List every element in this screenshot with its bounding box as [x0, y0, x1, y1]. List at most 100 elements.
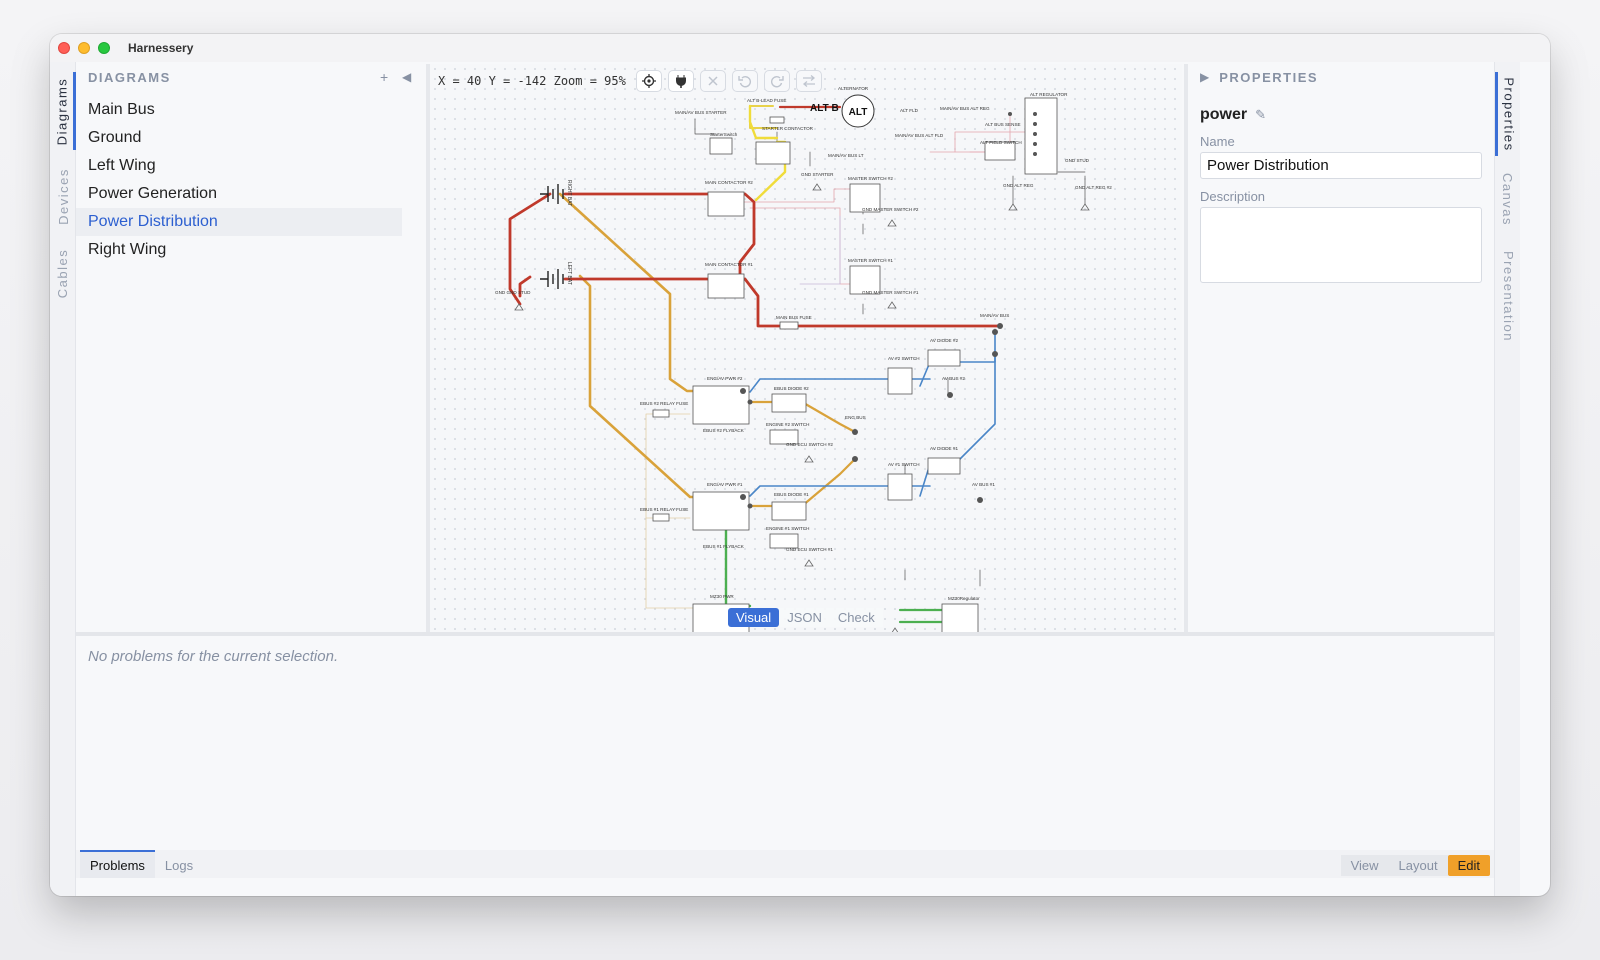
view-tabs: Visual JSON Check: [728, 608, 883, 627]
name-label: Name: [1200, 134, 1235, 149]
swap-icon[interactable]: [795, 70, 822, 92]
wiring-diagram[interactable]: ALT ALT B ALTERNATOR ALT B-LEAD FUSE ALT…: [430, 64, 1182, 632]
tab-json[interactable]: JSON: [779, 608, 830, 627]
properties-panel: ▶ PROPERTIES power ✎ Name Description: [1190, 62, 1494, 632]
diagram-item-power-generation[interactable]: Power Generation: [76, 180, 402, 208]
mode-layout-button[interactable]: Layout: [1388, 855, 1448, 876]
plug-icon[interactable]: [667, 70, 694, 92]
redo-icon[interactable]: [763, 70, 790, 92]
svg-text:MAIN/AV BUS LT: MAIN/AV BUS LT: [828, 153, 864, 158]
diagram-canvas[interactable]: X = 40 Y = -142 Zoom = 95% ALT ALT B ALT…: [430, 64, 1182, 632]
svg-text:ALT FLD: ALT FLD: [900, 108, 919, 113]
svg-text:ALT FIELD SWITCH: ALT FIELD SWITCH: [980, 140, 1022, 145]
svg-text:AV BUS #2: AV BUS #2: [942, 376, 965, 381]
close-icon[interactable]: [699, 70, 726, 92]
problems-panel: No problems for the current selection.: [76, 636, 1494, 850]
svg-text:GND ALT REG: GND ALT REG: [1003, 183, 1034, 188]
diagram-list: Main Bus Ground Left Wing Power Generati…: [76, 96, 426, 264]
tab-presentation[interactable]: Presentation: [1495, 244, 1521, 348]
tab-devices[interactable]: Devices: [50, 160, 76, 232]
tab-cables[interactable]: Cables: [50, 242, 76, 304]
expand-properties-icon[interactable]: ▶: [1200, 70, 1209, 84]
diagram-item-power-distribution[interactable]: Power Distribution: [76, 208, 402, 236]
svg-text:AV BUS #1: AV BUS #1: [972, 482, 995, 487]
svg-text:MASTER SWITCH #2: MASTER SWITCH #2: [848, 176, 893, 181]
tab-diagrams[interactable]: Diagrams: [50, 72, 76, 150]
svg-text:AV DIODE #1: AV DIODE #1: [930, 446, 958, 451]
tab-properties[interactable]: Properties: [1495, 72, 1521, 156]
svg-text:ENGINE #2 SWITCH: ENGINE #2 SWITCH: [766, 422, 809, 427]
title-bar: Harnessery: [50, 34, 1550, 62]
svg-text:MAIN/AV BUS ALT REG: MAIN/AV BUS ALT REG: [940, 106, 990, 111]
svg-text:EBUS #2 RELAY FUSE: EBUS #2 RELAY FUSE: [640, 401, 688, 406]
tab-check[interactable]: Check: [829, 608, 883, 627]
locate-icon[interactable]: [635, 70, 662, 92]
add-diagram-button[interactable]: +: [380, 69, 388, 85]
description-field[interactable]: [1200, 207, 1482, 283]
canvas-toolbar: X = 40 Y = -142 Zoom = 95%: [438, 70, 822, 92]
diagram-item-right-wing[interactable]: Right Wing: [76, 236, 402, 264]
tab-visual[interactable]: Visual: [728, 608, 780, 627]
window-title: Harnessery: [128, 41, 194, 55]
svg-text:MAIN BUS FUSE: MAIN BUS FUSE: [776, 315, 812, 320]
diagram-item-main-bus[interactable]: Main Bus: [76, 96, 402, 124]
mode-view-button[interactable]: View: [1340, 855, 1389, 876]
svg-text:MZ30Regulator: MZ30Regulator: [948, 596, 980, 601]
svg-text:ENG/AV PWR #2: ENG/AV PWR #2: [707, 376, 743, 381]
left-vertical-tabs: Diagrams Devices Cables: [50, 62, 76, 896]
svg-text:ALTERNATOR: ALTERNATOR: [838, 86, 869, 91]
collapse-sidebar-button[interactable]: ◀: [402, 70, 411, 84]
svg-text:ALT: ALT: [849, 107, 868, 118]
undo-icon[interactable]: [731, 70, 758, 92]
svg-text:MAIN CONTACTOR #1: MAIN CONTACTOR #1: [705, 262, 753, 267]
svg-text:AV #1 SWITCH: AV #1 SWITCH: [888, 462, 920, 467]
svg-text:ALT BUS SENSE: ALT BUS SENSE: [985, 122, 1021, 127]
problems-message: No problems for the current selection.: [88, 648, 339, 665]
svg-text:GND ALT REG #2: GND ALT REG #2: [1075, 185, 1112, 190]
maximize-window-button[interactable]: [98, 42, 110, 54]
svg-text:ENGINE #1 SWITCH: ENGINE #1 SWITCH: [766, 526, 809, 531]
svg-text:MASTER SWITCH #1: MASTER SWITCH #1: [848, 258, 893, 263]
svg-text:EBUS #2 FLYBACK: EBUS #2 FLYBACK: [703, 428, 745, 433]
svg-text:AV DIODE #2: AV DIODE #2: [930, 338, 958, 343]
svg-text:GND STARTER: GND STARTER: [801, 172, 834, 177]
svg-text:LEFT BAT: LEFT BAT: [566, 262, 572, 285]
svg-text:MAIN/AV BUS STARTER: MAIN/AV BUS STARTER: [675, 110, 727, 115]
svg-text:AV #2 SWITCH: AV #2 SWITCH: [888, 356, 920, 361]
right-splitter[interactable]: [1184, 64, 1188, 632]
svg-text:ALT REGULATOR: ALT REGULATOR: [1030, 92, 1068, 97]
minimize-window-button[interactable]: [78, 42, 90, 54]
tab-logs[interactable]: Logs: [155, 852, 203, 878]
svg-text:ALT B: ALT B: [810, 103, 839, 114]
svg-text:GND MASTER SWITCH #1: GND MASTER SWITCH #1: [862, 290, 919, 295]
app-window: Harnessery Diagrams Devices Cables DIAGR…: [50, 34, 1550, 896]
svg-text:EBUS #1 FLYBACK: EBUS #1 FLYBACK: [703, 544, 745, 549]
tab-canvas[interactable]: Canvas: [1495, 166, 1521, 232]
svg-text:EBUS #1 RELAY FUSE: EBUS #1 RELAY FUSE: [640, 507, 688, 512]
svg-text:ENG BUS: ENG BUS: [845, 415, 866, 420]
tab-problems[interactable]: Problems: [80, 850, 155, 878]
svg-text:EBUS DIODE #2: EBUS DIODE #2: [774, 386, 809, 391]
diagrams-sidebar: DIAGRAMS + ◀ Main Bus Ground Left Wing P…: [76, 62, 426, 632]
properties-title: PROPERTIES: [1219, 69, 1319, 85]
svg-text:EBUS DIODE #1: EBUS DIODE #1: [774, 492, 809, 497]
mode-switcher: View Layout Edit: [1340, 855, 1490, 876]
svg-text:GND ECU SWITCH #1: GND ECU SWITCH #1: [786, 547, 833, 552]
name-field[interactable]: [1200, 152, 1482, 179]
svg-text:GND ECU SWITCH #2: GND ECU SWITCH #2: [786, 442, 833, 447]
svg-text:MAIN CONTACTOR #2: MAIN CONTACTOR #2: [705, 180, 753, 185]
svg-text:GND MASTER SWITCH #2: GND MASTER SWITCH #2: [862, 207, 919, 212]
close-window-button[interactable]: [58, 42, 70, 54]
svg-text:ENG/AV PWR #1: ENG/AV PWR #1: [707, 482, 743, 487]
right-vertical-tabs: Properties Canvas Presentation: [1494, 62, 1520, 896]
svg-text:ALT B-LEAD FUSE: ALT B-LEAD FUSE: [747, 98, 786, 103]
svg-text:GND STUD: GND STUD: [1065, 158, 1090, 163]
entity-name: power: [1200, 106, 1248, 123]
svg-text:RIGHT BAT: RIGHT BAT: [566, 180, 572, 206]
mode-edit-button[interactable]: Edit: [1447, 855, 1490, 876]
diagram-item-left-wing[interactable]: Left Wing: [76, 152, 402, 180]
coordinates-readout: X = 40 Y = -142 Zoom = 95%: [438, 74, 626, 88]
diagram-item-ground[interactable]: Ground: [76, 124, 402, 152]
svg-text:MAIN/AV BUS: MAIN/AV BUS: [980, 313, 1009, 318]
edit-pencil-icon[interactable]: ✎: [1255, 107, 1266, 123]
